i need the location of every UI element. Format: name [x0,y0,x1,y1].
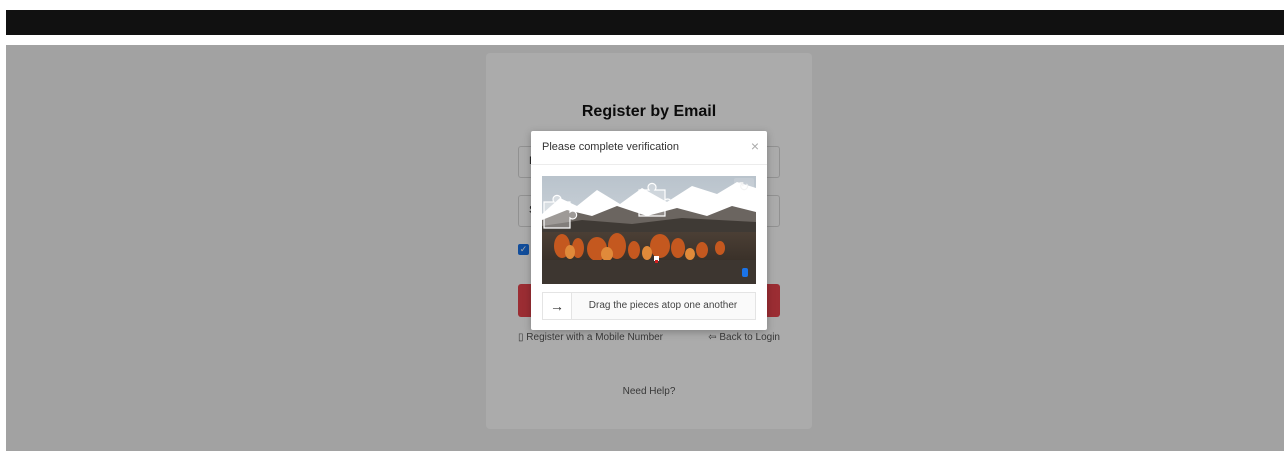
landscape-image [542,176,756,284]
slider-handle[interactable]: → [543,293,572,319]
puzzle-image: ↻ [542,176,756,284]
puzzle-slider[interactable]: → Drag the pieces atop one another [542,292,756,320]
top-bar [6,10,1284,35]
slider-instruction: Drag the pieces atop one another [588,300,738,311]
dialog-title: Please complete verification [542,141,679,153]
close-icon[interactable]: × [751,139,759,153]
verification-dialog: Please complete verification × ↻ → Drag … [531,131,767,330]
dialog-divider [531,164,767,165]
refresh-icon[interactable]: ↻ [734,178,754,196]
arrow-right-icon: → [550,298,564,314]
page-background: Register by Email E S ✓ ▯ Register with … [6,45,1284,451]
